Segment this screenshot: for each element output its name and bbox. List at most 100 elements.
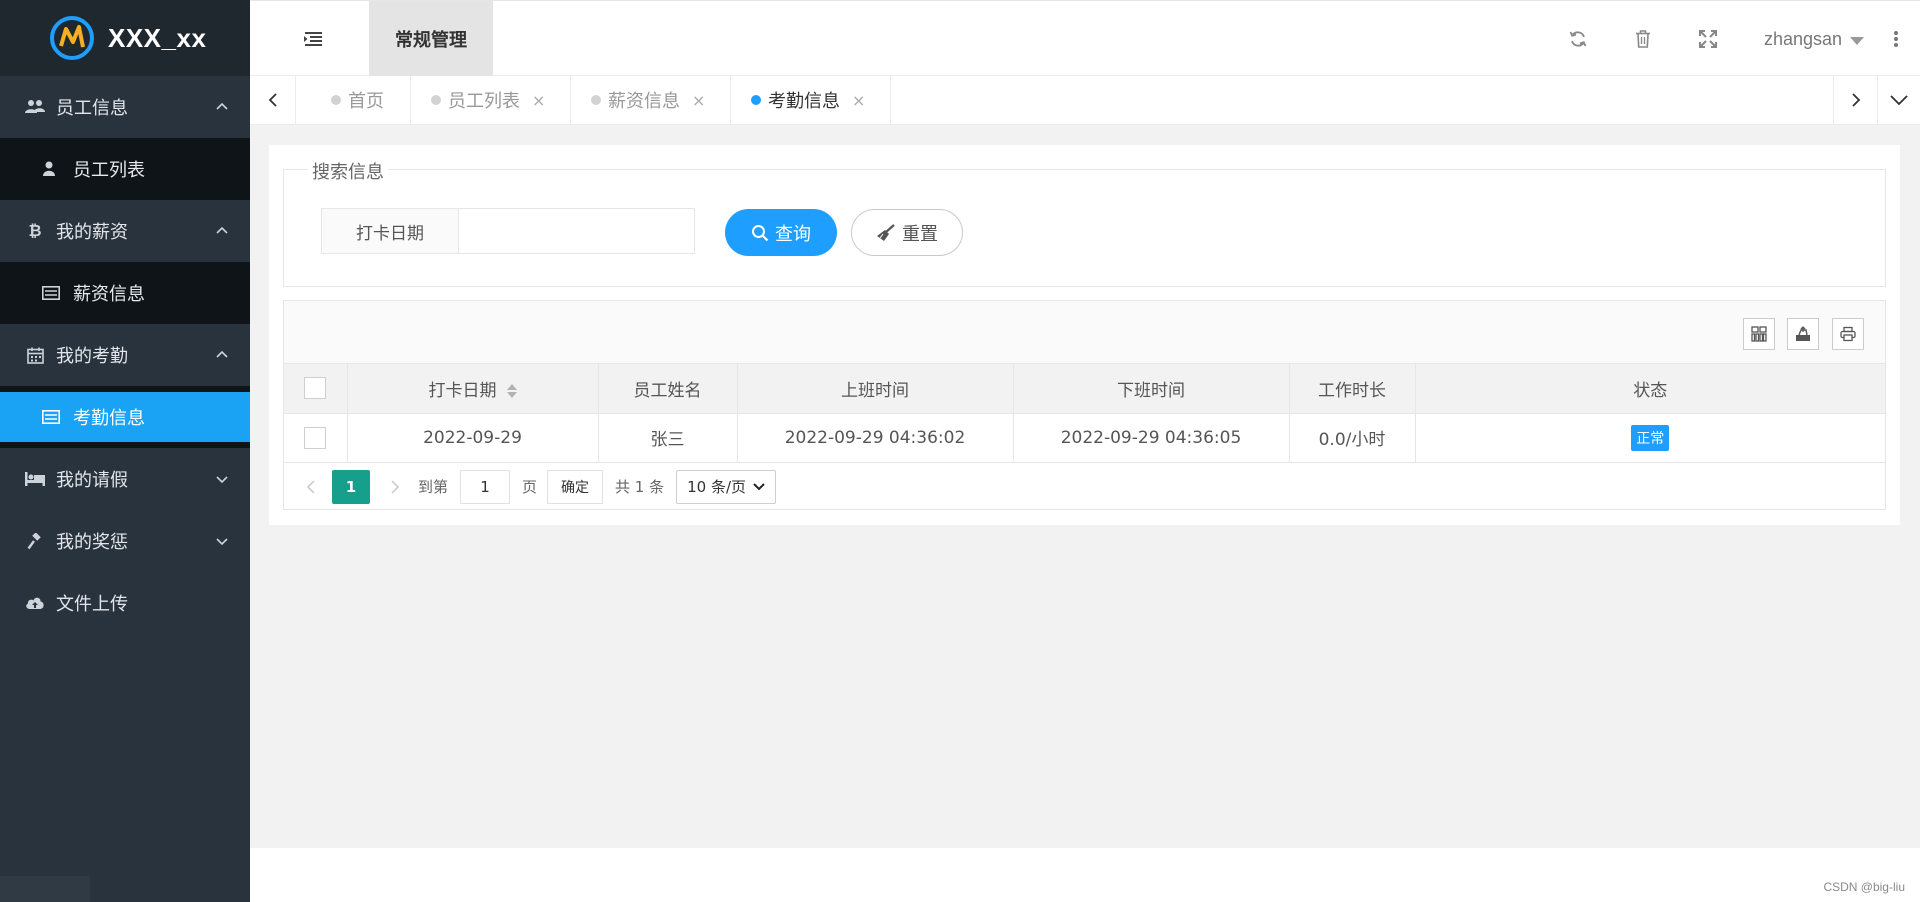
date-field-label: 打卡日期 (321, 208, 459, 254)
sidebar-group-leave[interactable]: 我的请假 (0, 448, 250, 510)
chevron-up-icon (216, 102, 228, 110)
cloud-upload-icon (24, 592, 46, 614)
sidebar-item-salary-info[interactable]: 薪资信息 (0, 262, 250, 324)
column-filter-button[interactable] (1743, 318, 1775, 350)
chevron-down-icon (753, 482, 765, 490)
list-icon (42, 409, 60, 425)
date-input[interactable] (458, 208, 695, 254)
app-title: XXX_xx (108, 22, 207, 53)
calendar-icon (24, 344, 46, 366)
select-all-checkbox[interactable] (304, 377, 327, 400)
export-icon (1796, 326, 1810, 341)
page-size-select[interactable]: 10 条/页 (676, 469, 777, 504)
goto-label: 到第 (418, 478, 449, 496)
tabs-menu[interactable] (1877, 76, 1920, 124)
tab-dot (751, 95, 761, 105)
broom-icon (877, 223, 895, 241)
search-icon (752, 224, 769, 241)
attendance-table: 打卡日期 员工姓名 上班时间 下班时间 工作时长 状态 2022-09-29 张… (284, 364, 1885, 463)
sidebar: XXX_xx 员工信息 员工列表 ₿ 我的薪资 薪资信息 我的考勤 考勤信息 我… (0, 0, 250, 902)
logo[interactable]: XXX_xx (0, 0, 250, 76)
reset-label: 重置 (902, 223, 938, 245)
search-panel: 搜索信息 打卡日期 查询 重置 (283, 158, 1886, 287)
attendance-card: 搜索信息 打卡日期 查询 重置 打卡日期 员工姓名 上班时间 下班时间 工作时长… (269, 145, 1900, 525)
user-menu[interactable]: zhangsan (1764, 1, 1865, 77)
gavel-icon (24, 530, 46, 552)
refresh-icon[interactable] (1567, 28, 1589, 50)
close-icon[interactable]: × (692, 91, 705, 110)
sidebar-item-employee-list[interactable]: 员工列表 (0, 138, 250, 200)
data-table-panel: 打卡日期 员工姓名 上班时间 下班时间 工作时长 状态 2022-09-29 张… (283, 300, 1886, 510)
header: 常规管理 zhangsan (250, 0, 1920, 77)
chevron-right-icon (1851, 93, 1860, 107)
row-checkbox[interactable] (304, 426, 327, 449)
tab-label: 员工列表 (448, 91, 520, 112)
status-badge: 正常 (1631, 424, 1670, 451)
tab-dot (431, 95, 441, 105)
chevron-down-icon (216, 538, 228, 546)
sidebar-group-label: 文件上传 (56, 594, 128, 615)
sidebar-item-attendance-info[interactable]: 考勤信息 (0, 386, 250, 448)
bitcoin-icon: ₿ (28, 221, 42, 240)
sidebar-group-employee[interactable]: 员工信息 (0, 76, 250, 138)
chevron-down-icon (1890, 95, 1908, 106)
chevron-up-icon (216, 350, 228, 358)
total-count: 共 1 条 (615, 478, 665, 496)
chevron-left-icon (268, 93, 277, 107)
tabs-scroll-left[interactable] (250, 76, 296, 124)
tab-dot (331, 95, 341, 105)
page-1-button[interactable]: 1 (332, 469, 370, 504)
caret-down-icon (1850, 36, 1865, 45)
sidebar-item-label: 员工列表 (73, 160, 145, 181)
trash-icon[interactable] (1632, 28, 1654, 50)
column-header-label: 打卡日期 (428, 380, 497, 401)
sort-icon[interactable] (506, 383, 517, 399)
column-header-duration: 工作时长 (1289, 364, 1416, 414)
tab-label: 首页 (348, 91, 384, 112)
more-vertical-icon[interactable] (1890, 28, 1902, 50)
close-icon[interactable]: × (532, 91, 545, 110)
tab-dot (591, 95, 601, 105)
sidebar-group-label: 我的奖惩 (56, 532, 128, 553)
sidebar-group-rewards[interactable]: 我的奖惩 (0, 510, 250, 572)
main-content: 搜索信息 打卡日期 查询 重置 打卡日期 员工姓名 上班时间 下班时间 工作时长… (250, 125, 1920, 848)
fullscreen-icon[interactable] (1697, 28, 1719, 50)
cell-status: 正常 (1415, 413, 1885, 463)
cell-end: 2022-09-29 04:36:05 (1013, 413, 1290, 463)
next-page-button[interactable] (384, 479, 406, 495)
footer: CSDN @big-liu (250, 848, 1920, 902)
sidebar-group-salary[interactable]: ₿ 我的薪资 (0, 200, 250, 262)
bed-icon (24, 468, 46, 490)
tab-label: 薪资信息 (608, 91, 680, 112)
cell-start: 2022-09-29 04:36:02 (737, 413, 1014, 463)
reset-button[interactable]: 重置 (851, 209, 963, 256)
goto-page-input[interactable]: 1 (460, 469, 511, 504)
tab-salary-info[interactable]: 薪资信息 × (571, 76, 731, 124)
column-header-date[interactable]: 打卡日期 (347, 364, 599, 414)
sidebar-group-attendance[interactable]: 我的考勤 (0, 324, 250, 386)
select-all-cell (284, 364, 348, 414)
page-label: 页 (522, 478, 538, 496)
tab-employee-list[interactable]: 员工列表 × (411, 76, 571, 124)
query-button[interactable]: 查询 (725, 209, 837, 256)
page-size-value: 10 条/页 (687, 478, 747, 496)
sidebar-item-file-upload[interactable]: 文件上传 (0, 572, 250, 634)
table-header-row: 打卡日期 员工姓名 上班时间 下班时间 工作时长 状态 (284, 364, 1885, 414)
pagination: 1 到第 1 页 确定 共 1 条 10 条/页 (284, 463, 1885, 510)
menu-fold-icon[interactable] (302, 31, 324, 47)
export-button[interactable] (1787, 318, 1819, 350)
tab-home[interactable]: 首页 (296, 76, 411, 124)
watermark: CSDN @big-liu (1823, 880, 1905, 894)
print-button[interactable] (1832, 318, 1864, 350)
goto-confirm-button[interactable]: 确定 (547, 469, 604, 504)
tabs-scroll-right[interactable] (1833, 76, 1877, 124)
search-legend: 搜索信息 (308, 158, 388, 184)
tab-attendance-info[interactable]: 考勤信息 × (731, 76, 891, 124)
column-header-start: 上班时间 (737, 364, 1014, 414)
close-icon[interactable]: × (852, 91, 865, 110)
table-row[interactable]: 2022-09-29 张三 2022-09-29 04:36:02 2022-0… (284, 413, 1885, 463)
logo-icon (50, 16, 94, 60)
column-header-status: 状态 (1415, 364, 1885, 414)
header-tab-general[interactable]: 常规管理 (369, 1, 493, 77)
prev-page-button[interactable] (300, 479, 322, 495)
